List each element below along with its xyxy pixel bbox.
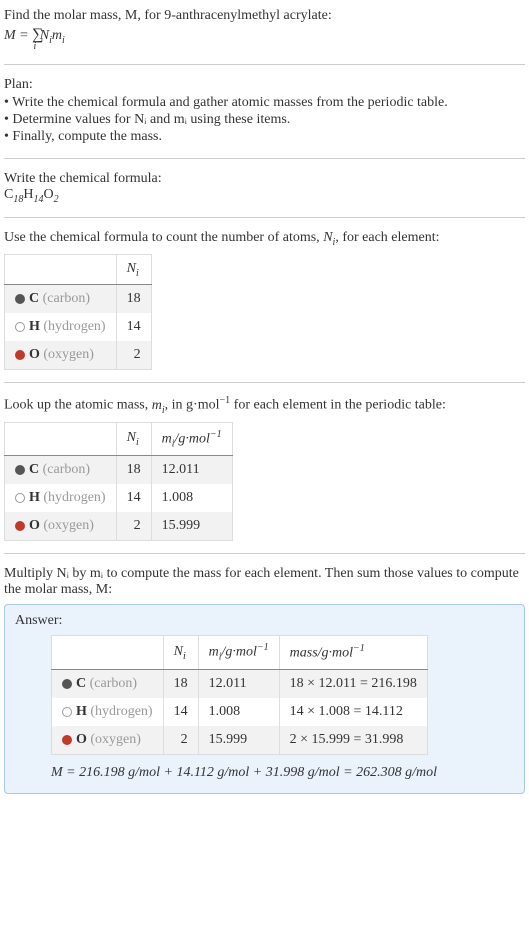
table-row: H (hydrogen) 14 1.008: [5, 484, 233, 512]
intro-line: Find the molar mass, M, for 9-anthraceny…: [4, 8, 525, 24]
table-row: C (carbon) 18 12.011 18 × 12.011 = 216.1…: [52, 669, 428, 698]
element-swatch-icon: [62, 707, 72, 717]
chemformula-heading: Write the chemical formula:: [4, 171, 525, 187]
answer-box: Answer: Ni mi/g·mol−1 mass/g·mol−1 C (ca…: [4, 604, 525, 793]
col-element: [5, 254, 117, 285]
table-row: C (carbon) 18: [5, 285, 152, 314]
intro-formula: M = ∑i Nimi: [4, 26, 525, 52]
chemformula-value: C18H14O2: [4, 187, 525, 205]
element-swatch-icon: [15, 465, 25, 475]
divider: [4, 382, 525, 383]
count-table: Ni C (carbon) 18 H (hydrogen) 14 O (oxyg…: [4, 254, 152, 371]
element-swatch-icon: [62, 735, 72, 745]
intro-section: Find the molar mass, M, for 9-anthraceny…: [4, 4, 525, 56]
col-element: [52, 636, 164, 669]
element-swatch-icon: [15, 493, 25, 503]
plan-section: Plan: • Write the chemical formula and g…: [4, 73, 525, 150]
col-n: Ni: [116, 422, 151, 455]
divider: [4, 553, 525, 554]
element-swatch-icon: [15, 294, 25, 304]
answer-label: Answer:: [15, 613, 514, 629]
element-swatch-icon: [15, 521, 25, 531]
lookup-table: Ni mi/g·mol−1 C (carbon) 18 12.011 H (hy…: [4, 422, 233, 541]
chemformula-section: Write the chemical formula: C18H14O2: [4, 167, 525, 209]
multiply-heading: Multiply Nᵢ by mᵢ to compute the mass fo…: [4, 566, 525, 598]
count-heading: Use the chemical formula to count the nu…: [4, 230, 525, 248]
plan-heading: Plan:: [4, 77, 525, 93]
count-section: Use the chemical formula to count the nu…: [4, 226, 525, 375]
col-n: Ni: [116, 254, 151, 285]
table-row: H (hydrogen) 14: [5, 313, 152, 341]
element-swatch-icon: [15, 350, 25, 360]
lookup-section: Look up the atomic mass, mi, in g·mol−1 …: [4, 391, 525, 545]
answer-table: Ni mi/g·mol−1 mass/g·mol−1 C (carbon) 18…: [51, 635, 428, 754]
col-n: Ni: [163, 636, 198, 669]
table-row: O (oxygen) 2 15.999: [5, 512, 233, 541]
element-swatch-icon: [62, 679, 72, 689]
divider: [4, 64, 525, 65]
element-swatch-icon: [15, 322, 25, 332]
col-m: mi/g·mol−1: [151, 422, 232, 455]
col-element: [5, 422, 117, 455]
divider: [4, 217, 525, 218]
table-row: O (oxygen) 2 15.999 2 × 15.999 = 31.998: [52, 726, 428, 755]
divider: [4, 158, 525, 159]
final-equation: M = 216.198 g/mol + 14.112 g/mol + 31.99…: [51, 765, 514, 781]
plan-item: • Finally, compute the mass.: [4, 129, 525, 145]
plan-item: • Determine values for Nᵢ and mᵢ using t…: [4, 112, 525, 128]
table-row: H (hydrogen) 14 1.008 14 × 1.008 = 14.11…: [52, 698, 428, 726]
col-m: mi/g·mol−1: [198, 636, 279, 669]
table-row: O (oxygen) 2: [5, 341, 152, 370]
col-mass: mass/g·mol−1: [279, 636, 427, 669]
lookup-heading: Look up the atomic mass, mi, in g·mol−1 …: [4, 395, 525, 415]
table-row: C (carbon) 18 12.011: [5, 456, 233, 485]
plan-list: • Write the chemical formula and gather …: [4, 95, 525, 145]
plan-item: • Write the chemical formula and gather …: [4, 95, 525, 111]
multiply-section: Multiply Nᵢ by mᵢ to compute the mass fo…: [4, 562, 525, 797]
